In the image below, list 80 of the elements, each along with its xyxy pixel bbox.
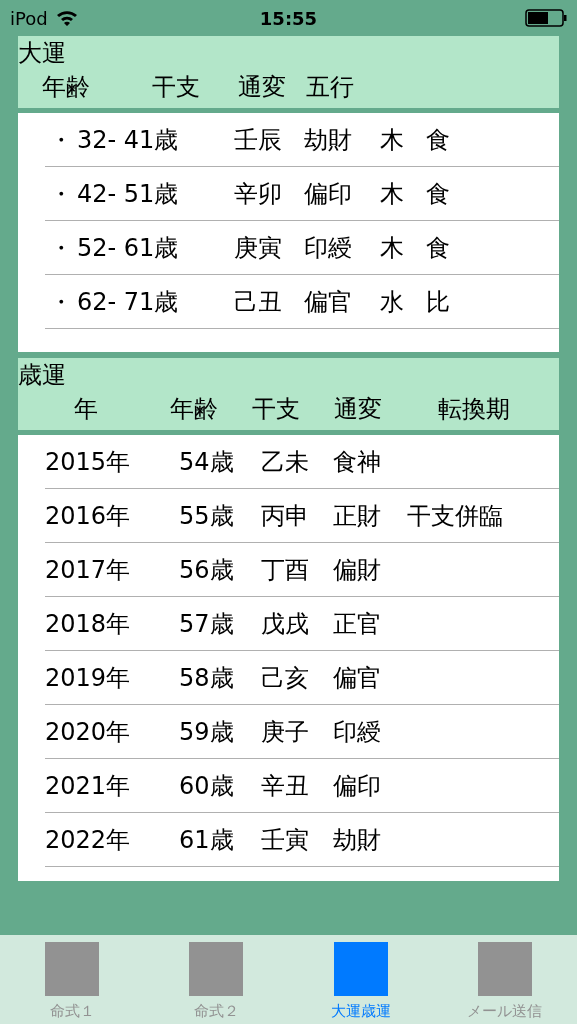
age: 54歳 — [179, 446, 235, 478]
age: 55歳 — [179, 500, 235, 532]
stem-branch: 辛丑 — [261, 770, 310, 802]
list-bullet: ・ — [48, 286, 74, 318]
relation: 劫財 — [333, 824, 382, 856]
column-header: 年齢 — [42, 72, 91, 103]
five-element: 水 — [380, 286, 405, 318]
year: 2017年 — [45, 554, 132, 586]
year: 2016年 — [45, 500, 132, 532]
list-bullet: ・ — [48, 232, 74, 264]
column-header: 通変 — [334, 394, 383, 425]
column-header: 年 — [74, 394, 99, 425]
age: 59歳 — [179, 716, 235, 748]
stem-branch: 庚子 — [261, 716, 310, 748]
relation: 偏官 — [333, 662, 382, 694]
stem-branch: 己丑 — [234, 286, 283, 318]
stem-branch: 壬辰 — [234, 124, 283, 156]
tab[interactable]: 命式１ — [0, 935, 145, 1024]
year: 2021年 — [45, 770, 132, 802]
age: 57歳 — [179, 608, 235, 640]
list-bullet: ・ — [48, 124, 74, 156]
column-header: 年齢 — [170, 394, 219, 425]
relation: 偏官 — [304, 286, 353, 318]
relation-short: 食 — [426, 124, 451, 156]
age-range: 32- 41歳 — [77, 124, 180, 156]
age: 58歳 — [179, 662, 235, 694]
five-element: 木 — [380, 232, 405, 264]
column-header: 五行 — [306, 72, 355, 103]
year: 2015年 — [45, 446, 132, 478]
stem-branch: 丁酉 — [261, 554, 310, 586]
wifi-icon — [55, 10, 78, 26]
stem-branch: 壬寅 — [261, 824, 310, 856]
section-title: 歳運 — [18, 360, 66, 391]
tab-icon — [45, 942, 100, 996]
battery-icon — [525, 9, 567, 27]
stem-branch: 戊戌 — [261, 608, 310, 640]
stem-branch: 辛卯 — [234, 178, 283, 210]
stem-branch: 乙未 — [261, 446, 310, 478]
carrier-name: iPod — [10, 6, 48, 31]
tab[interactable]: メール送信 — [432, 935, 577, 1024]
year: 2019年 — [45, 662, 132, 694]
year: 2020年 — [45, 716, 132, 748]
age-range: 62- 71歳 — [77, 286, 180, 318]
relation: 印綬 — [333, 716, 382, 748]
age: 60歳 — [179, 770, 235, 802]
relation: 偏印 — [304, 178, 353, 210]
column-header: 転換期 — [438, 394, 511, 425]
list-bullet: ・ — [48, 178, 74, 210]
tab-icon — [477, 942, 532, 996]
relation: 劫財 — [304, 124, 353, 156]
tab[interactable]: 命式２ — [144, 935, 289, 1024]
tab-icon — [333, 942, 388, 996]
tab[interactable]: 大運歳運 — [288, 935, 433, 1024]
column-header: 干支 — [152, 72, 201, 103]
year: 2018年 — [45, 608, 132, 640]
age: 61歳 — [179, 824, 235, 856]
relation: 食神 — [333, 446, 382, 478]
age: 56歳 — [179, 554, 235, 586]
relation: 偏財 — [333, 554, 382, 586]
year: 2022年 — [45, 824, 132, 856]
relation: 正財 — [333, 500, 382, 532]
tab-icon — [189, 942, 244, 996]
stem-branch: 庚寅 — [234, 232, 283, 264]
five-element: 木 — [380, 178, 405, 210]
relation-short: 食 — [426, 178, 451, 210]
relation: 印綬 — [304, 232, 353, 264]
column-header: 通変 — [238, 72, 287, 103]
relation: 正官 — [333, 608, 382, 640]
age-range: 42- 51歳 — [77, 178, 180, 210]
age-range: 52- 61歳 — [77, 232, 180, 264]
clock-time: 15:55 — [259, 6, 318, 31]
relation-short: 食 — [426, 232, 451, 264]
stem-branch: 己亥 — [261, 662, 310, 694]
relation: 偏印 — [333, 770, 382, 802]
section-title: 大運 — [18, 38, 66, 69]
five-element: 木 — [380, 124, 405, 156]
relation-short: 比 — [426, 286, 451, 318]
turning-point: 干支併臨 — [407, 500, 504, 532]
column-header: 干支 — [252, 394, 301, 425]
stem-branch: 丙申 — [261, 500, 310, 532]
